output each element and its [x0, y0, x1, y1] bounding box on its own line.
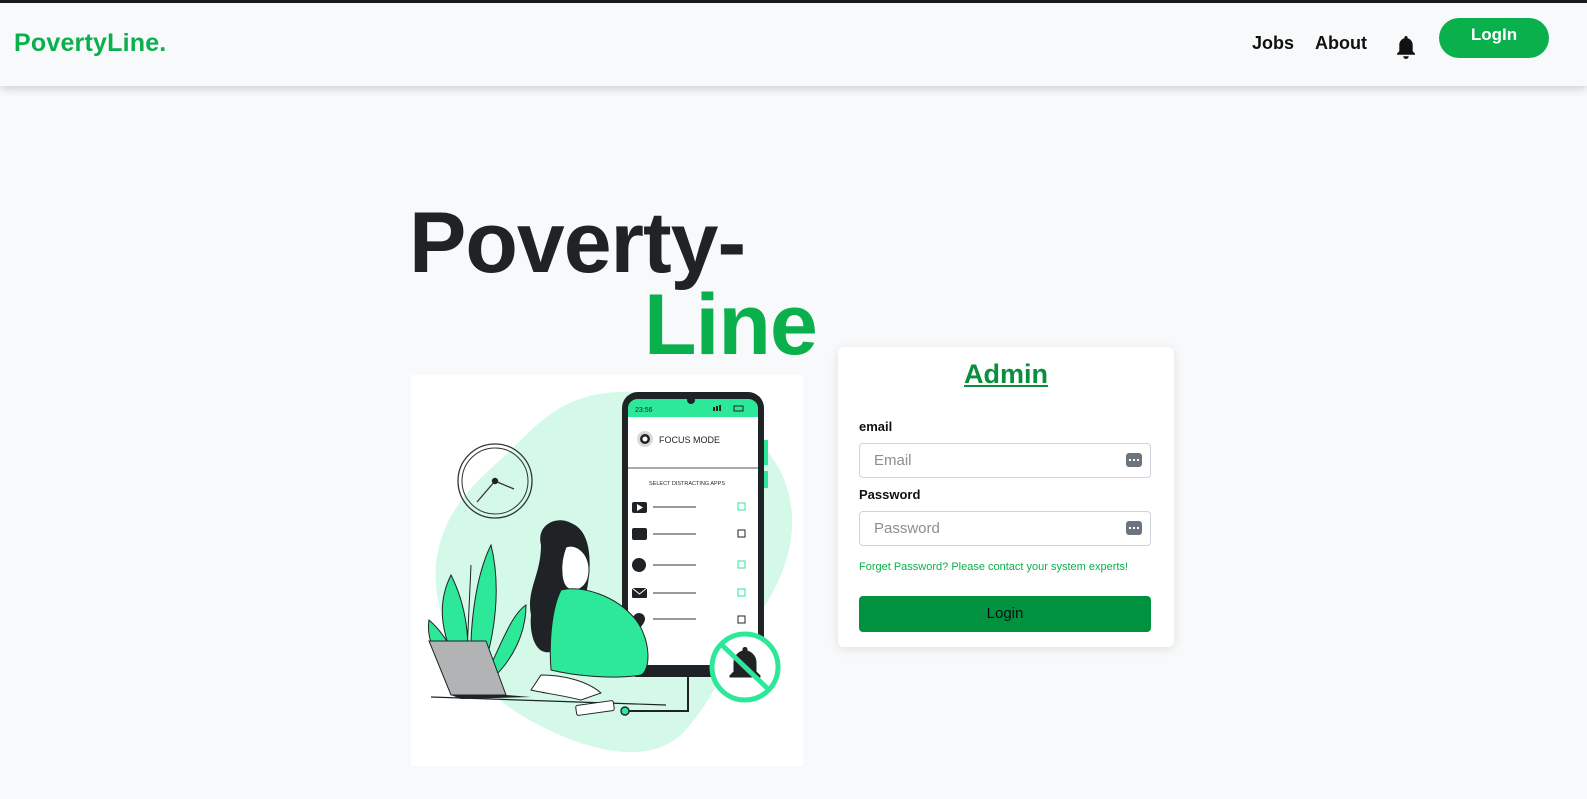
brand-logo[interactable]: PovertyLine. — [14, 29, 166, 58]
phone-header: FOCUS MODE — [659, 435, 720, 445]
autofill-key-icon[interactable] — [1126, 453, 1142, 467]
navbar-login-button[interactable]: LogIn — [1439, 18, 1549, 58]
nav-link-jobs[interactable]: Jobs — [1252, 33, 1294, 54]
card-title: Admin — [964, 359, 1048, 389]
nav-link-about[interactable]: About — [1315, 33, 1367, 54]
navbar: PovertyLine. Jobs About LogIn — [0, 3, 1587, 86]
illustration-art: 23:56 FOCUS MODE SELECT DISTRACTING APPS — [427, 391, 793, 753]
admin-login-card: Admin email Password Forget Password? Pl… — [838, 347, 1174, 647]
email-field[interactable] — [859, 443, 1151, 478]
forgot-password-link[interactable]: Forget Password? Please contact your sys… — [859, 561, 1128, 573]
email-label: email — [859, 419, 893, 434]
login-submit-button[interactable]: Login — [859, 596, 1151, 632]
autofill-key-icon[interactable] — [1126, 521, 1142, 535]
bell-icon[interactable] — [1395, 34, 1417, 60]
password-label: Password — [859, 487, 921, 502]
focus-mode-illustration: 23:56 FOCUS MODE SELECT DISTRACTING APPS — [411, 375, 803, 766]
phone-time: 23:56 — [635, 407, 653, 414]
no-notifications-icon — [709, 631, 781, 703]
phone-subheader: SELECT DISTRACTING APPS — [649, 481, 725, 487]
hero-title-line: Line — [644, 277, 818, 373]
password-field[interactable] — [859, 511, 1151, 546]
hero-title-poverty: Poverty- — [409, 195, 746, 291]
